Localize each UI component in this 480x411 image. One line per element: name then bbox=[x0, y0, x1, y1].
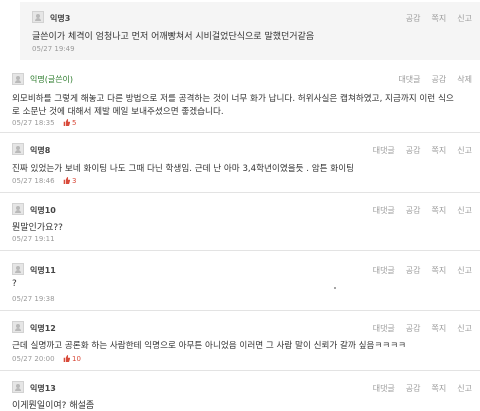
comment: 익명12 대댓글 공감 쪽지 신고 근데 실명까고 공론화 하는 사람한테 익명으로 … bbox=[0, 310, 480, 371]
like-button[interactable]: 공감 bbox=[406, 206, 421, 215]
comment-date: 05/27 19:38 bbox=[12, 295, 55, 303]
thumbs-up-icon bbox=[63, 119, 70, 126]
reply-button[interactable]: 대댓글 bbox=[373, 324, 395, 333]
comment-actions: 대댓글 공감 쪽지 신고 bbox=[362, 323, 472, 334]
comment-date: 05/27 18:46 bbox=[12, 177, 55, 185]
avatar bbox=[12, 381, 24, 393]
delete-button[interactable]: 삭제 bbox=[457, 75, 472, 84]
thumbs-up-icon bbox=[63, 355, 70, 362]
like-button[interactable]: 공감 bbox=[406, 266, 421, 275]
avatar bbox=[12, 143, 24, 155]
like-count: 10 bbox=[63, 355, 81, 363]
comment-actions: 대댓글 공감 쪽지 신고 bbox=[362, 205, 472, 216]
reply-button[interactable]: 대댓글 bbox=[373, 206, 395, 215]
comment-text: 글쓴이가 체격이 엄청나고 먼저 어깨빵쳐서 시비걸었단식으로 말했던거같음 bbox=[32, 32, 315, 42]
comment: 익명(글쓴이) 대댓글 공감 삭제 외모비하를 그렇게 해놓고 다른 방법으로 저를… bbox=[0, 62, 480, 133]
comment-reply: 익명3 공감 쪽지 신고 글쓴이가 체격이 엄청나고 먼저 어깨빵쳐서 시비걸었단식… bbox=[20, 2, 480, 60]
report-button[interactable]: 신고 bbox=[457, 324, 472, 333]
like-button[interactable]: 공감 bbox=[432, 75, 447, 84]
like-count: 3 bbox=[63, 177, 77, 185]
comment-author: 익명8 bbox=[30, 146, 51, 155]
comment-author: 익명3 bbox=[50, 14, 71, 23]
comment-text-line2: 로 소문난 것에 대해서 제발 메일 보내주셨으면 좋겠습니다. bbox=[12, 107, 224, 117]
message-button[interactable]: 쪽지 bbox=[432, 146, 447, 155]
like-button[interactable]: 공감 bbox=[406, 146, 421, 155]
like-button[interactable]: 공감 bbox=[406, 384, 421, 393]
comment-date: 05/27 19:11 bbox=[12, 235, 55, 243]
comment: 익명10 대댓글 공감 쪽지 신고 뭔말인가요?? 05/27 19:11 bbox=[0, 192, 480, 251]
like-count-value: 3 bbox=[72, 177, 77, 185]
comment-actions: 대댓글 공감 쪽지 신고 bbox=[362, 145, 472, 156]
comment: 익명8 대댓글 공감 쪽지 신고 진짜 있었는가 보네 화이팅 나도 그때 다닌 학생… bbox=[0, 132, 480, 193]
comment-author: 익명12 bbox=[30, 324, 56, 333]
report-button[interactable]: 신고 bbox=[457, 266, 472, 275]
comment-author: 익명11 bbox=[30, 266, 56, 275]
comment-text: 근데 실명까고 공론화 하는 사람한테 익명으로 아무튼 아니었음 이러면 그 … bbox=[12, 341, 407, 351]
comment-text: 진짜 있었는가 보네 화이팅 나도 그때 다닌 학생임. 근데 난 아마 3,4… bbox=[12, 164, 355, 174]
message-button[interactable]: 쪽지 bbox=[432, 384, 447, 393]
like-button[interactable]: 공감 bbox=[406, 14, 421, 23]
like-count-value: 5 bbox=[72, 119, 77, 127]
comment: 익명13 대댓글 공감 쪽지 신고 이게뭔일이여? 해설좀 bbox=[0, 370, 480, 411]
like-count-value: 10 bbox=[72, 355, 81, 363]
comment-author: 익명(글쓴이) bbox=[30, 75, 74, 84]
avatar bbox=[12, 263, 24, 275]
comment: 익명11 대댓글 공감 쪽지 신고 ? 05/27 19:38 bbox=[0, 250, 480, 311]
reply-button[interactable]: 대댓글 bbox=[373, 146, 395, 155]
comment-text: ? bbox=[12, 279, 17, 289]
avatar bbox=[32, 11, 44, 23]
comment-actions: 대댓글 공감 쪽지 신고 bbox=[362, 383, 472, 394]
message-button[interactable]: 쪽지 bbox=[432, 206, 447, 215]
like-count: 5 bbox=[63, 119, 77, 127]
report-button[interactable]: 신고 bbox=[457, 14, 472, 23]
report-button[interactable]: 신고 bbox=[457, 146, 472, 155]
avatar bbox=[12, 73, 24, 85]
comment-actions: 대댓글 공감 삭제 bbox=[387, 74, 472, 85]
comment-meta: 05/27 18:46 3 bbox=[12, 177, 77, 185]
message-button[interactable]: 쪽지 bbox=[432, 14, 447, 23]
report-button[interactable]: 신고 bbox=[457, 384, 472, 393]
comment-actions: 대댓글 공감 쪽지 신고 bbox=[362, 265, 472, 276]
comment-text: 이게뭔일이여? 해설좀 bbox=[12, 401, 95, 411]
comment-list: 익명3 공감 쪽지 신고 글쓴이가 체격이 엄청나고 먼저 어깨빵쳐서 시비걸었단식… bbox=[0, 0, 480, 411]
message-button[interactable]: 쪽지 bbox=[432, 324, 447, 333]
comment-date: 05/27 18:35 bbox=[12, 119, 55, 127]
comment-text: 뭔말인가요?? bbox=[12, 223, 63, 233]
avatar bbox=[12, 321, 24, 333]
reply-button[interactable]: 대댓글 bbox=[398, 75, 420, 84]
like-button[interactable]: 공감 bbox=[406, 324, 421, 333]
report-button[interactable]: 신고 bbox=[457, 206, 472, 215]
comment-actions: 공감 쪽지 신고 bbox=[395, 13, 472, 24]
reply-button[interactable]: 대댓글 bbox=[373, 266, 395, 275]
avatar bbox=[12, 203, 24, 215]
comment-text: 외모비하를 그렇게 해놓고 다른 방법으로 저를 공격하는 것이 너무 화가 납… bbox=[12, 94, 454, 104]
comment-author: 익명10 bbox=[30, 206, 56, 215]
cursor-dot bbox=[334, 287, 336, 289]
comment-author: 익명13 bbox=[30, 384, 56, 393]
comment-meta: 05/27 20:00 10 bbox=[12, 355, 81, 363]
message-button[interactable]: 쪽지 bbox=[432, 266, 447, 275]
comment-date: 05/27 20:00 bbox=[12, 355, 55, 363]
comment-meta: 05/27 18:35 5 bbox=[12, 119, 77, 127]
thumbs-up-icon bbox=[63, 177, 70, 184]
reply-button[interactable]: 대댓글 bbox=[373, 384, 395, 393]
comment-date: 05/27 19:49 bbox=[32, 45, 75, 53]
